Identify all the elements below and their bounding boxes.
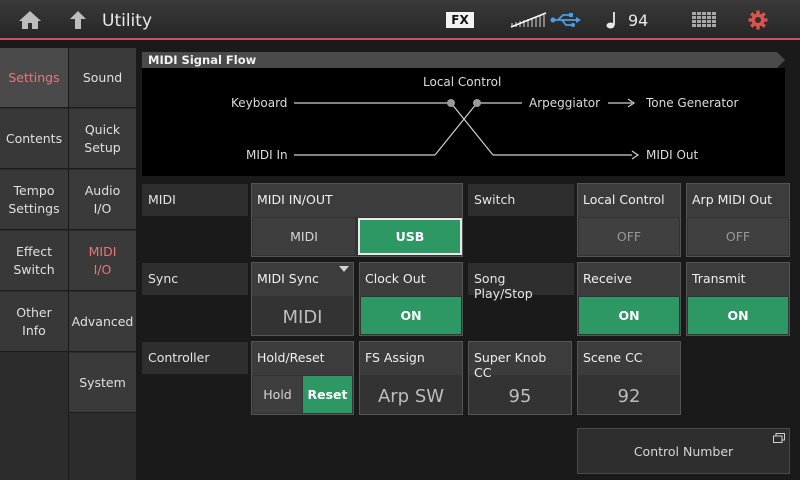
midi-in-out-title: MIDI IN/OUT <box>252 184 462 217</box>
local-control-toggle[interactable]: OFF <box>579 218 679 255</box>
flow-keyboard: Keyboard <box>231 96 288 110</box>
arp-midi-out-toggle[interactable]: OFF <box>688 218 788 255</box>
super-knob-cc-value: 95 <box>508 386 532 407</box>
scene-cc-cell[interactable]: Scene CC 92 <box>577 341 681 415</box>
midi-sync-title: MIDI Sync <box>252 263 353 296</box>
nav-effect-switch[interactable]: Effect Switch <box>0 231 68 291</box>
clock-out-toggle[interactable]: ON <box>361 297 461 334</box>
fs-assign-cell[interactable]: FS Assign Arp SW <box>359 341 463 415</box>
hold-reset-cell: Hold/Reset Hold Reset <box>251 341 354 415</box>
local-control-title: Local Control <box>578 184 680 217</box>
super-knob-cc-title: Super Knob CC <box>469 342 571 380</box>
popup-window-icon <box>773 433 785 443</box>
main-category-column: Settings Contents Tempo Settings Effect … <box>0 48 68 480</box>
scene-cc-title: Scene CC <box>578 342 680 375</box>
flow-tone-generator: Tone Generator <box>646 96 739 110</box>
grid-menu-icon[interactable] <box>692 12 716 28</box>
up-arrow-icon[interactable] <box>68 10 88 30</box>
sub-midi-io[interactable]: MIDI I/O <box>69 231 136 291</box>
nav-contents[interactable]: Contents <box>0 109 68 169</box>
sub-system[interactable]: System <box>69 353 136 413</box>
control-number-label: Control Number <box>633 444 734 459</box>
nav-settings[interactable]: Settings <box>0 48 68 108</box>
super-knob-cc-cell[interactable]: Super Knob CC 95 <box>468 341 572 415</box>
flow-midi-out: MIDI Out <box>646 148 699 162</box>
clock-out-cell: Clock Out ON <box>359 262 463 336</box>
flow-arpeggiator: Arpeggiator <box>529 96 601 110</box>
hold-option-button[interactable]: Hold <box>253 376 302 413</box>
transmit-toggle[interactable]: ON <box>688 297 788 334</box>
transmit-cell: Transmit ON <box>686 262 790 336</box>
midi-in-out-cell: MIDI IN/OUT MIDI USB <box>251 183 463 257</box>
dropdown-arrow-icon <box>339 266 349 272</box>
sub-sound[interactable]: Sound <box>69 48 136 108</box>
usb-option-button[interactable]: USB <box>358 218 462 255</box>
fx-badge: FX <box>446 12 474 28</box>
usb-icon <box>550 13 581 27</box>
midi-option-button[interactable]: MIDI <box>253 218 355 255</box>
section-midi: MIDI <box>142 184 248 216</box>
tempo-value[interactable]: 94 <box>628 11 648 30</box>
fs-assign-title: FS Assign <box>360 342 462 375</box>
control-number-button[interactable]: Control Number <box>577 428 790 474</box>
sub-audio-io[interactable]: Audio I/O <box>69 170 136 230</box>
sub-advanced[interactable]: Advanced <box>69 292 136 352</box>
home-icon[interactable] <box>18 10 42 30</box>
flow-local-control: Local Control <box>423 75 502 89</box>
note-icon <box>606 12 615 29</box>
arp-midi-out-title: Arp MIDI Out <box>687 184 789 217</box>
fs-assign-value: Arp SW <box>377 386 445 407</box>
receive-title: Receive <box>578 263 680 296</box>
flow-midi-in: MIDI In <box>246 148 288 162</box>
page-title: Utility <box>102 11 153 31</box>
gear-icon[interactable] <box>748 10 768 30</box>
nav-other-info[interactable]: Other Info <box>0 292 68 352</box>
receive-toggle[interactable]: ON <box>579 297 679 334</box>
receive-cell: Receive ON <box>577 262 681 336</box>
transmit-title: Transmit <box>687 263 789 296</box>
section-song-play-stop: Song Play/Stop <box>468 263 574 301</box>
section-sync: Sync <box>142 263 248 295</box>
clock-out-title: Clock Out <box>360 263 462 296</box>
hold-reset-title: Hold/Reset <box>252 342 353 375</box>
signal-flow-title: MIDI Signal Flow <box>148 53 257 67</box>
nav-tempo-settings[interactable]: Tempo Settings <box>0 170 68 230</box>
reset-option-button[interactable]: Reset <box>303 376 352 413</box>
header-bar: Utility FX 94 <box>0 0 800 40</box>
sub-quick-setup[interactable]: Quick Setup <box>69 109 136 169</box>
scene-cc-value: 92 <box>617 386 641 407</box>
section-controller: Controller <box>142 342 248 374</box>
midi-sync-value: MIDI <box>282 307 323 328</box>
midi-sync-cell[interactable]: MIDI Sync MIDI <box>251 262 354 336</box>
local-control-cell: Local Control OFF <box>577 183 681 257</box>
sub-category-column: Sound Quick Setup Audio I/O MIDI I/O Adv… <box>68 48 136 480</box>
section-switch: Switch <box>468 184 574 216</box>
level-meter-icon <box>510 12 547 28</box>
arp-midi-out-cell: Arp MIDI Out OFF <box>686 183 790 257</box>
